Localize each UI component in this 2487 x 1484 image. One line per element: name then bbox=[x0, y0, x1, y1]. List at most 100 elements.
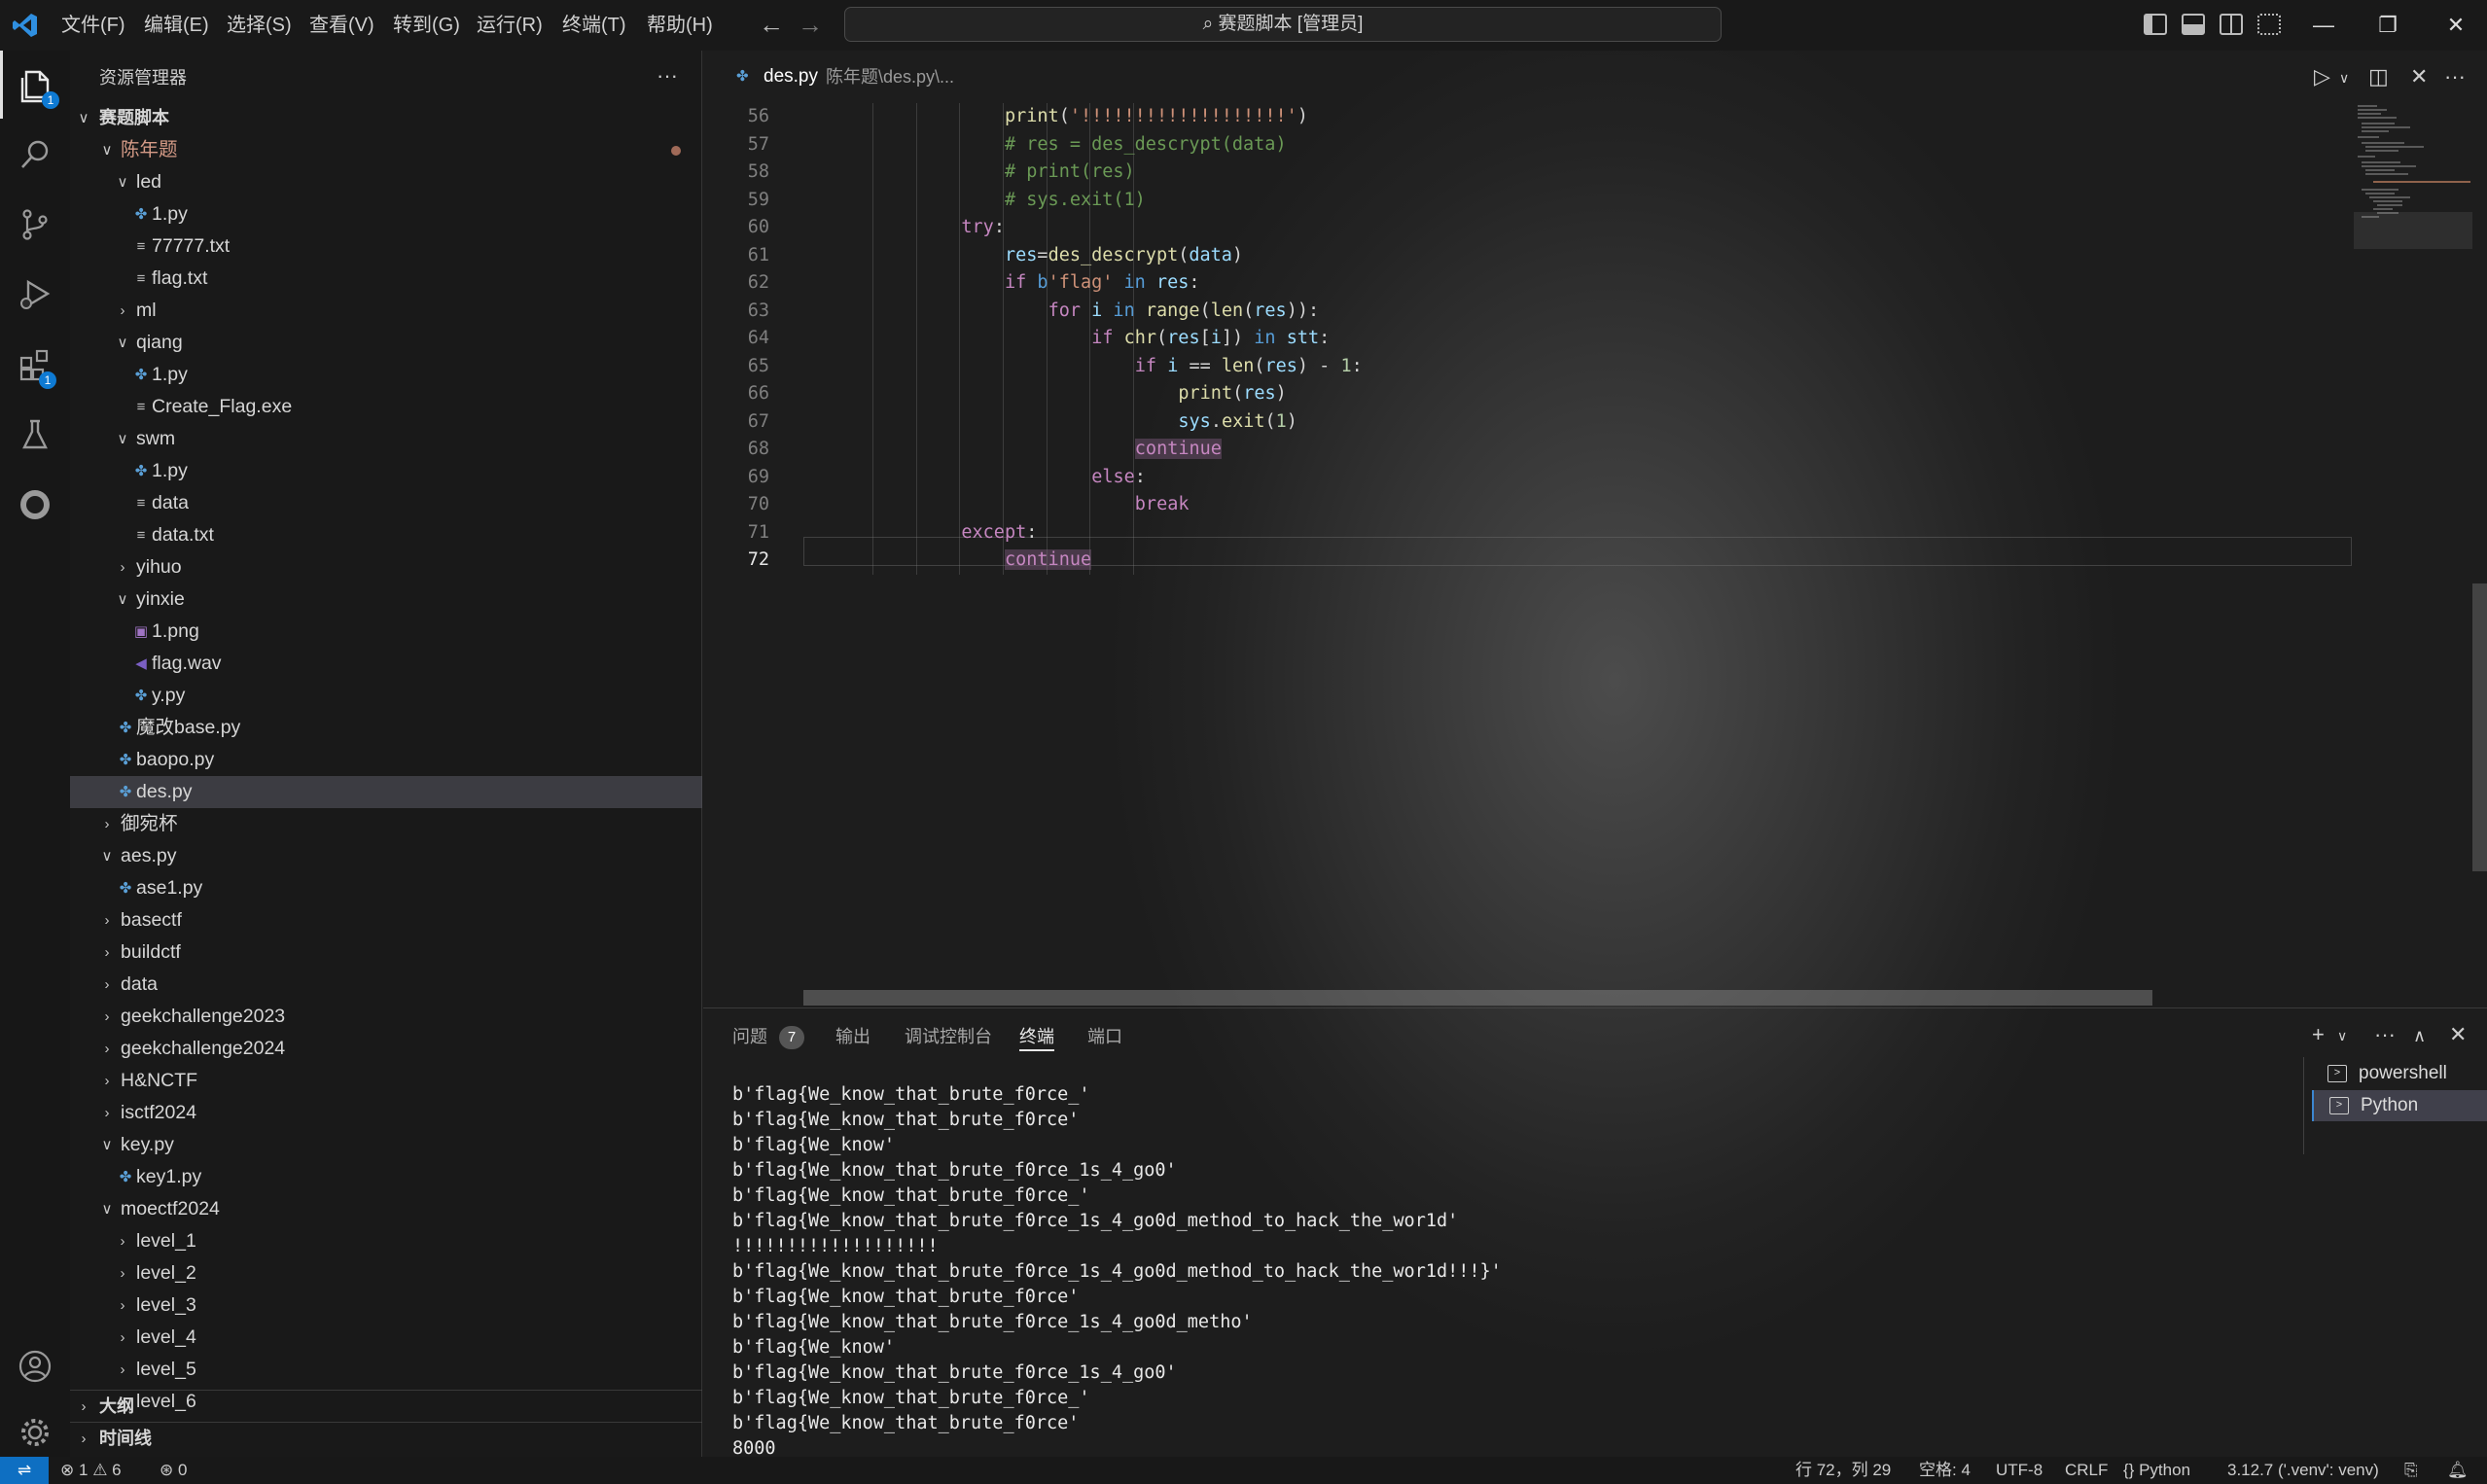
menu-go[interactable]: 转到(G) bbox=[393, 0, 460, 51]
back-arrow-icon[interactable]: ← bbox=[759, 10, 784, 40]
minimap[interactable] bbox=[2354, 103, 2472, 249]
tree-folder-row[interactable]: ∨ 陈年题 bbox=[70, 134, 702, 166]
tab-terminal[interactable]: 终端 bbox=[1019, 1022, 1054, 1051]
menu-file[interactable]: 文件(F) bbox=[61, 0, 125, 51]
new-terminal-plus-icon[interactable]: + bbox=[2312, 1022, 2325, 1047]
language-mode[interactable]: {} Python bbox=[2123, 1457, 2190, 1484]
tree-file-row[interactable]: ≡ data.txt bbox=[70, 519, 702, 551]
tree-folder-row[interactable]: ∨ yinxie bbox=[70, 583, 702, 616]
tree-file-row[interactable]: ✤ y.py bbox=[70, 680, 702, 712]
tree-file-row[interactable]: ✤ des.py bbox=[70, 776, 702, 808]
maximize-panel-icon[interactable]: ∧ bbox=[2413, 1026, 2426, 1046]
tree-file-row[interactable]: ≡ 77777.txt bbox=[70, 230, 702, 263]
restore-icon[interactable]: ❐ bbox=[2362, 0, 2414, 51]
tree-file-row[interactable]: ≡ data bbox=[70, 487, 702, 519]
tab-des-py[interactable]: ✤ des.py 陈年题\des.py\... bbox=[703, 51, 995, 103]
tree-folder-row[interactable]: › level_3 bbox=[70, 1290, 702, 1322]
tree-file-row[interactable]: ✤ 1.py bbox=[70, 359, 702, 391]
tree-folder-row[interactable]: › H&NCTF bbox=[70, 1065, 702, 1097]
copilot-icon[interactable]: ⎘ bbox=[2404, 1457, 2418, 1484]
tree-file-row[interactable]: ◀ flag.wav bbox=[70, 648, 702, 680]
toggle-panel-icon[interactable] bbox=[2182, 14, 2205, 35]
tree-folder-row[interactable]: › geekchallenge2024 bbox=[70, 1033, 702, 1065]
toggle-secondary-sidebar-icon[interactable] bbox=[2220, 14, 2243, 35]
menu-run[interactable]: 运行(R) bbox=[477, 0, 543, 51]
tab-ports[interactable]: 端口 bbox=[1087, 1022, 1122, 1051]
tree-file-row[interactable]: ✤ 1.py bbox=[70, 455, 702, 487]
menu-help[interactable]: 帮助(H) bbox=[647, 0, 713, 51]
github-icon[interactable] bbox=[0, 471, 70, 539]
tree-folder-row[interactable]: › basectf bbox=[70, 904, 702, 936]
tree-folder-row[interactable]: › yihuo bbox=[70, 551, 702, 583]
tree-folder-row[interactable]: › level_5 bbox=[70, 1354, 702, 1386]
encoding[interactable]: UTF-8 bbox=[1996, 1457, 2043, 1484]
tab-output[interactable]: 输出 bbox=[835, 1022, 870, 1051]
menu-terminal[interactable]: 终端(T) bbox=[562, 0, 626, 51]
timeline-section[interactable]: › 时间线 bbox=[70, 1422, 702, 1454]
source-control-icon[interactable] bbox=[0, 191, 70, 259]
menu-edit[interactable]: 编辑(E) bbox=[144, 0, 209, 51]
run-debug-icon[interactable] bbox=[0, 261, 70, 329]
tree-folder-row[interactable]: ∨ key.py bbox=[70, 1129, 702, 1161]
tree-folder-row[interactable]: › buildctf bbox=[70, 936, 702, 969]
terminal-dropdown-chevron-icon[interactable]: ∨ bbox=[2337, 1028, 2347, 1044]
tab-problems[interactable]: 问题 bbox=[732, 1022, 767, 1051]
panel-more-icon[interactable]: ··· bbox=[2374, 1022, 2396, 1047]
editor-more-icon[interactable]: ··· bbox=[2444, 64, 2466, 89]
tree-folder-row[interactable]: ∨ moectf2024 bbox=[70, 1193, 702, 1225]
tree-folder-row[interactable]: › isctf2024 bbox=[70, 1097, 702, 1129]
workspace-root[interactable]: ∨ 赛题脚本 bbox=[70, 102, 702, 134]
tree-file-row[interactable]: ✤ 魔改base.py bbox=[70, 712, 702, 744]
tree-folder-row[interactable]: › geekchallenge2023 bbox=[70, 1001, 702, 1033]
tree-folder-row[interactable]: ∨ aes.py bbox=[70, 840, 702, 872]
tree-file-row[interactable]: ✤ baopo.py bbox=[70, 744, 702, 776]
menu-view[interactable]: 查看(V) bbox=[309, 0, 374, 51]
tree-folder-row[interactable]: ∨ qiang bbox=[70, 327, 702, 359]
explorer-icon[interactable]: 1 bbox=[0, 51, 70, 119]
testing-flask-icon[interactable] bbox=[0, 401, 70, 469]
search-sidebar-icon[interactable] bbox=[0, 121, 70, 189]
more-actions-icon[interactable]: ··· bbox=[657, 51, 678, 101]
vertical-scrollbar[interactable] bbox=[2472, 583, 2487, 871]
tree-folder-row[interactable]: ∨ led bbox=[70, 166, 702, 198]
account-icon[interactable] bbox=[0, 1332, 70, 1400]
close-tab-icon[interactable]: ✕ bbox=[2410, 64, 2428, 89]
tree-file-row[interactable]: ≡ flag.txt bbox=[70, 263, 702, 295]
tree-file-row[interactable]: ✤ ase1.py bbox=[70, 872, 702, 904]
ports-indicator[interactable]: ⊛ 0 bbox=[160, 1457, 187, 1484]
terminal-item-python[interactable]: > Python bbox=[2312, 1090, 2487, 1121]
cursor-position[interactable]: 行 72，列 29 bbox=[1795, 1457, 1891, 1484]
notifications-bell-icon[interactable]: 🔔︎ bbox=[2447, 1457, 2469, 1484]
tree-file-row[interactable]: ✤ key1.py bbox=[70, 1161, 702, 1193]
tree-file-row[interactable]: ✤ 1.py bbox=[70, 198, 702, 230]
code-editor[interactable]: 56 print('!!!!!!!!!!!!!!!!!!!') 57 # res = … bbox=[703, 103, 2487, 1007]
menu-selection[interactable]: 选择(S) bbox=[227, 0, 292, 51]
tab-debug-console[interactable]: 调试控制台 bbox=[905, 1022, 992, 1051]
tree-folder-row[interactable]: › data bbox=[70, 969, 702, 1001]
tree-folder-row[interactable]: › 御宛杯 bbox=[70, 808, 702, 840]
extensions-icon[interactable]: 1 bbox=[0, 331, 70, 399]
toggle-primary-sidebar-icon[interactable] bbox=[2144, 14, 2167, 35]
tree-folder-row[interactable]: › level_2 bbox=[70, 1257, 702, 1290]
tree-folder-row[interactable]: › ml bbox=[70, 295, 702, 327]
horizontal-scrollbar[interactable] bbox=[803, 990, 2152, 1006]
line-ending[interactable]: CRLF bbox=[2065, 1457, 2108, 1484]
tree-folder-row[interactable]: ∨ swm bbox=[70, 423, 702, 455]
customize-layout-icon[interactable] bbox=[2257, 14, 2281, 35]
run-file-icon[interactable]: ▷ bbox=[2314, 64, 2330, 89]
close-panel-icon[interactable]: ✕ bbox=[2449, 1022, 2467, 1047]
remote-indicator-icon[interactable]: ⇌ bbox=[0, 1457, 49, 1484]
errors-indicator[interactable]: ⊗ 1 ⚠ 6 bbox=[60, 1457, 122, 1484]
terminal-item-powershell[interactable]: > powershell bbox=[2312, 1058, 2487, 1089]
forward-arrow-icon[interactable]: → bbox=[798, 10, 823, 40]
tree-folder-row[interactable]: › level_1 bbox=[70, 1225, 702, 1257]
tree-file-row[interactable]: ▣ 1.png bbox=[70, 616, 702, 648]
tree-folder-row[interactable]: › level_4 bbox=[70, 1322, 702, 1354]
minimize-icon[interactable]: — bbox=[2297, 0, 2350, 51]
indentation[interactable]: 空格: 4 bbox=[1919, 1457, 1971, 1484]
command-center[interactable]: ⌕ 赛题脚本 [管理员] bbox=[844, 7, 1722, 42]
close-window-icon[interactable]: ✕ bbox=[2430, 0, 2482, 51]
outline-section[interactable]: › 大纲 bbox=[70, 1390, 702, 1422]
split-editor-icon[interactable]: ◫ bbox=[2368, 64, 2389, 89]
tree-file-row[interactable]: ≡ Create_Flag.exe bbox=[70, 391, 702, 423]
